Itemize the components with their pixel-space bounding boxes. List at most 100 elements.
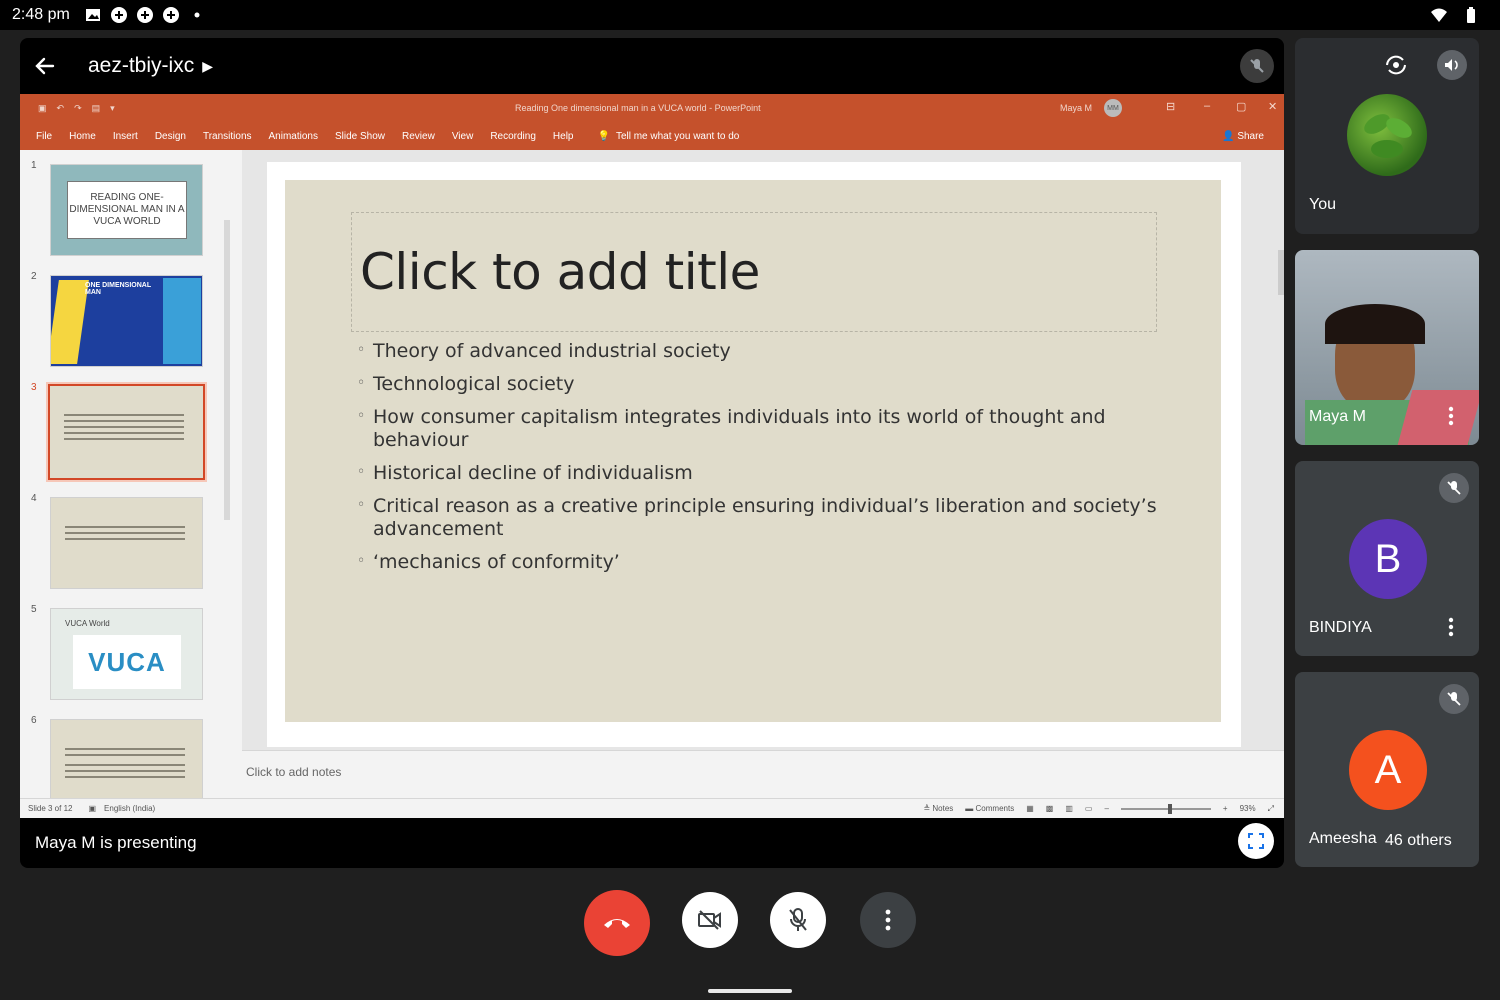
tab-help[interactable]: Help	[553, 131, 574, 142]
maya-hair	[1325, 304, 1425, 344]
minimize-icon[interactable]: –	[1204, 100, 1210, 112]
zoom-in-icon[interactable]: +	[1223, 804, 1228, 813]
slide-thumbnail-1[interactable]: READING ONE-DIMENSIONAL MAN IN A VUCA WO…	[50, 164, 203, 256]
ppt-status-bar: Slide 3 of 12 ▣ English (India) ≜ Notes …	[20, 798, 1284, 818]
comments-label: Comments	[975, 804, 1015, 813]
tab-design[interactable]: Design	[155, 131, 186, 142]
camera-toggle-button[interactable]	[682, 892, 738, 948]
tab-file[interactable]: File	[36, 131, 52, 142]
end-call-button[interactable]	[584, 890, 650, 956]
zoom-slider-thumb[interactable]	[1168, 803, 1173, 814]
participant-avatar: B	[1349, 519, 1427, 599]
mic-off-icon	[789, 908, 807, 931]
zoom-out-icon[interactable]: –	[1104, 804, 1108, 813]
phone-hangup-icon	[604, 919, 630, 928]
switch-camera-icon[interactable]	[1381, 50, 1411, 80]
tab-view[interactable]: View	[452, 131, 474, 142]
zoom-level[interactable]: 93%	[1240, 804, 1256, 813]
mic-toggle-button[interactable]	[770, 892, 826, 948]
slide-counter: Slide 3 of 12	[28, 804, 73, 813]
meeting-code[interactable]: aez-tbiy-ixc	[88, 54, 194, 78]
meet-app-icon	[110, 6, 128, 24]
presenter-mic-off-icon	[1240, 49, 1274, 83]
bullet-item: Theory of advanced industrial society	[357, 339, 1157, 363]
maximize-icon[interactable]: ▢	[1236, 100, 1246, 113]
content-bullets[interactable]: Theory of advanced industrial society Te…	[357, 339, 1157, 584]
zoom-slider[interactable]	[1120, 803, 1211, 814]
fullscreen-icon	[1248, 833, 1264, 849]
fit-to-window-icon[interactable]: ⤢	[1268, 804, 1274, 814]
participant-tile-ameesha[interactable]: A Ameesha 46 others	[1295, 672, 1479, 867]
thumb-text-lines	[65, 526, 185, 528]
slide-thumbnail-6[interactable]	[50, 719, 203, 798]
powerpoint-window: ▣ ↶ ↷ ▤ ▾ Reading One dimensional man in…	[20, 94, 1284, 818]
participant-tile-maya[interactable]: Maya M	[1295, 250, 1479, 445]
slide-scrollbar[interactable]	[1278, 150, 1284, 746]
tab-review[interactable]: Review	[402, 131, 435, 142]
slide-sorter-icon[interactable]: ▩	[1046, 804, 1054, 813]
share-button[interactable]: 👤 Share	[1222, 131, 1264, 142]
present-icon[interactable]: ▤	[92, 103, 101, 114]
slide-thumbnail-4[interactable]	[50, 497, 203, 589]
caret-right-icon[interactable]: ▶	[202, 58, 213, 75]
slide-thumbnail-pane: 1 READING ONE-DIMENSIONAL MAN IN A VUCA …	[20, 150, 236, 798]
presentation-panel: aez-tbiy-ixc ▶ ▣ ↶ ↷ ▤ ▾ Reading One dim…	[20, 38, 1284, 868]
tab-recording[interactable]: Recording	[490, 131, 536, 142]
status-bar: 2:48 pm	[0, 0, 1500, 30]
tell-me-label: Tell me what you want to do	[615, 130, 740, 142]
notes-pane[interactable]: Click to add notes	[242, 750, 1284, 798]
tab-animations[interactable]: Animations	[269, 131, 318, 142]
redo-icon[interactable]: ↷	[74, 103, 82, 114]
thumb-number: 5	[31, 604, 37, 615]
battery-icon	[1462, 6, 1480, 24]
mic-off-icon	[1439, 684, 1469, 714]
meet-app-icon	[136, 6, 154, 24]
undo-icon[interactable]: ↶	[57, 103, 65, 114]
person-icon: 👤	[1222, 131, 1235, 142]
others-count[interactable]: 46 others	[1385, 832, 1452, 850]
slide-thumbnail-5[interactable]: VUCA World VUCA	[50, 608, 203, 700]
tab-transitions[interactable]: Transitions	[203, 131, 252, 142]
normal-view-icon[interactable]: ▦	[1026, 804, 1034, 813]
speaker-icon[interactable]	[1437, 50, 1467, 80]
participant-tile-bindiya[interactable]: B BINDIYA	[1295, 461, 1479, 656]
thumb-number: 2	[31, 271, 37, 282]
bullet-item: Technological society	[357, 372, 1157, 396]
tab-slide-show[interactable]: Slide Show	[335, 131, 385, 142]
thumb-text-lines	[65, 748, 185, 750]
title-placeholder-text: Click to add title	[360, 243, 760, 301]
close-icon[interactable]: ✕	[1268, 100, 1277, 113]
comments-toggle[interactable]: ▬ Comments	[965, 804, 1014, 813]
slide-thumbnail-3[interactable]	[46, 382, 207, 482]
ribbon-display-icon[interactable]: ⊟	[1166, 100, 1175, 113]
meeting-top-bar: aez-tbiy-ixc ▶	[20, 38, 1284, 94]
more-options-button[interactable]	[860, 892, 916, 948]
save-icon[interactable]: ▣	[38, 103, 47, 114]
slide-editing-area: Click to add title Theory of advanced in…	[242, 150, 1284, 750]
participant-name: Ameesha	[1309, 830, 1377, 847]
more-options-icon[interactable]	[1441, 613, 1461, 641]
current-slide[interactable]: Click to add title Theory of advanced in…	[285, 180, 1221, 722]
you-avatar	[1347, 94, 1427, 176]
customize-icon[interactable]: ▾	[110, 103, 115, 114]
thumb-5-title: VUCA World	[65, 619, 110, 628]
notes-toggle[interactable]: ≜ Notes	[923, 804, 953, 813]
title-placeholder[interactable]: Click to add title	[351, 212, 1157, 332]
tab-insert[interactable]: Insert	[113, 131, 138, 142]
ppt-user-avatar[interactable]: MM	[1104, 99, 1122, 117]
thumb-number: 3	[31, 382, 37, 393]
accessibility-icon[interactable]: ▣	[88, 804, 96, 813]
tell-me-search[interactable]: 💡 Tell me what you want to do	[597, 131, 739, 142]
fullscreen-button[interactable]	[1238, 823, 1274, 859]
reading-view-icon[interactable]: ▥	[1065, 804, 1073, 813]
tab-home[interactable]: Home	[69, 131, 96, 142]
slide-thumbnail-2[interactable]: ONE DIMENSIONAL MAN	[50, 275, 203, 367]
slideshow-view-icon[interactable]: ▭	[1085, 804, 1093, 813]
more-options-icon[interactable]	[1441, 402, 1461, 430]
thumbnail-scrollbar[interactable]	[222, 210, 232, 798]
home-indicator[interactable]	[708, 989, 792, 993]
ppt-user-name[interactable]: Maya M	[1060, 103, 1092, 113]
participant-tile-you[interactable]: You	[1295, 38, 1479, 234]
back-button[interactable]	[22, 43, 68, 89]
language-indicator[interactable]: English (India)	[104, 804, 155, 813]
